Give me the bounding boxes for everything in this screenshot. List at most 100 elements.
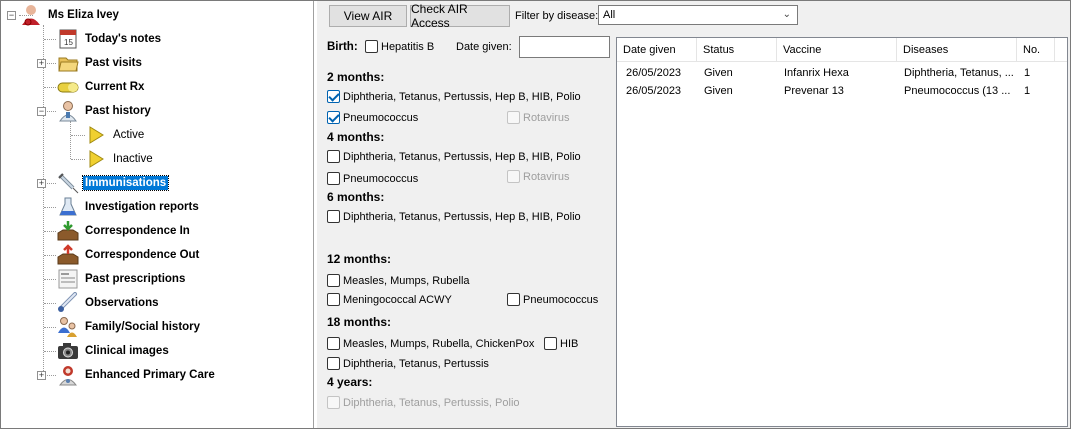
svg-text:15: 15 [64, 38, 73, 47]
tree-item-correspondence-out[interactable]: Correspondence Out [57, 244, 201, 266]
m12-meningococcal-checkbox[interactable]: Meningococcal ACWY [327, 293, 452, 306]
checkbox-box [507, 111, 520, 124]
tree-item-label: Investigation reports [85, 201, 199, 213]
tree-item-investigation-reports[interactable]: Investigation reports [57, 196, 201, 218]
collapse-icon[interactable]: − [37, 107, 46, 116]
tree-item-label: Past visits [85, 57, 142, 69]
checkbox-box[interactable] [327, 293, 340, 306]
column-header-number[interactable]: No. [1017, 38, 1055, 62]
inbox-icon [57, 220, 79, 242]
tree-item-label: Past prescriptions [85, 273, 186, 285]
tree-item-label: Active [113, 129, 145, 141]
tree-connector [47, 183, 56, 184]
tree-item-correspondence-in[interactable]: Correspondence In [57, 220, 192, 242]
tree-item-clinical-images[interactable]: Clinical images [57, 340, 171, 362]
table-header: Date given Status Vaccine Diseases No. [617, 38, 1067, 62]
tree-item-label: Clinical images [85, 345, 169, 357]
m2-pneumococcus-checkbox[interactable]: Pneumococcus [327, 111, 418, 124]
expand-icon[interactable]: + [37, 371, 46, 380]
cell-status: Given [704, 67, 733, 79]
checkbox-label: Meningococcal ACWY [343, 293, 452, 306]
navigation-tree[interactable]: − Ms Eliza Ivey 15 Today's notes + Past … [1, 1, 314, 428]
hepatitis-b-checkbox[interactable]: Hepatitis B [365, 40, 434, 53]
date-given-input[interactable] [519, 36, 610, 58]
immunisation-history-table[interactable]: Date given Status Vaccine Diseases No. 2… [616, 37, 1068, 427]
chevron-down-icon: ⌄ [782, 9, 791, 20]
tree-connector [44, 231, 56, 232]
checkbox-box[interactable] [327, 337, 340, 350]
checkbox-box[interactable] [544, 337, 557, 350]
checkbox-box[interactable] [327, 210, 340, 223]
m12-pneumococcus-checkbox[interactable]: Pneumococcus [507, 293, 598, 306]
capsule-icon [57, 76, 79, 98]
column-header-status[interactable]: Status [697, 38, 777, 62]
tree-connector [44, 279, 56, 280]
tree-item-label: Correspondence Out [85, 249, 200, 261]
cell-date-given: 26/05/2023 [626, 67, 682, 79]
patient-name: Ms Eliza Ivey [48, 9, 119, 21]
tree-item-past-prescriptions[interactable]: Past prescriptions [57, 268, 187, 290]
m18-mmrv-checkbox[interactable]: Measles, Mumps, Rubella, ChickenPox [327, 337, 534, 350]
checkbox-box [507, 170, 520, 183]
m4-rotavirus-checkbox: Rotavirus [507, 170, 569, 183]
checkbox-box[interactable] [327, 111, 340, 124]
checkbox-box[interactable] [365, 40, 378, 53]
m6-dtp-checkbox[interactable]: Diphtheria, Tetanus, Pertussis, Hep B, H… [327, 210, 581, 223]
collapse-icon[interactable]: − [7, 10, 16, 20]
tree-connector [44, 303, 56, 304]
y4-dtp-checkbox: Diphtheria, Tetanus, Pertussis, Polio [327, 396, 520, 409]
triangle-icon [85, 124, 107, 146]
tree-connector [43, 25, 44, 377]
tree-item-past-history[interactable]: Past history [57, 100, 153, 122]
outbox-icon [57, 244, 79, 266]
view-air-button[interactable]: View AIR [329, 5, 407, 27]
tree-item-observations[interactable]: Observations [57, 292, 161, 314]
tree-item-family-social-history[interactable]: Family/Social history [57, 316, 202, 338]
cell-vaccine: Infanrix Hexa [784, 67, 849, 79]
tree-item-immunisations[interactable]: Immunisations [57, 172, 170, 194]
tree-connector [44, 351, 56, 352]
section-6-months-title: 6 months: [327, 190, 385, 204]
checkbox-box[interactable] [327, 172, 340, 185]
tree-item-past-visits[interactable]: Past visits [57, 52, 144, 74]
tree-connector [44, 327, 56, 328]
checkbox-box[interactable] [327, 274, 340, 287]
checkbox-box[interactable] [327, 357, 340, 370]
check-air-access-button[interactable]: Check AIR Access [410, 2, 510, 30]
tree-item-enhanced-primary-care[interactable]: Enhanced Primary Care [57, 364, 217, 386]
tree-root[interactable]: − Ms Eliza Ivey [7, 4, 121, 26]
tree-connector [47, 111, 56, 112]
m12-mmr-checkbox[interactable]: Measles, Mumps, Rubella [327, 274, 470, 287]
section-18-months-title: 18 months: [327, 315, 392, 329]
checkbox-label: Hepatitis B [381, 40, 435, 53]
tree-connector [70, 121, 71, 159]
column-header-diseases[interactable]: Diseases [897, 38, 1017, 62]
doctor-icon [57, 100, 79, 122]
tree-item-current-rx[interactable]: Current Rx [57, 76, 146, 98]
expand-icon[interactable]: + [37, 179, 46, 188]
tree-connector [47, 63, 56, 64]
checkbox-box[interactable] [327, 90, 340, 103]
tree-connector [71, 135, 85, 136]
filter-disease-select[interactable]: All ⌄ [598, 5, 798, 25]
column-header-date-given[interactable]: Date given [617, 38, 697, 62]
m2-dtp-checkbox[interactable]: Diphtheria, Tetanus, Pertussis, Hep B, H… [327, 90, 581, 103]
section-4-years-title: 4 years: [327, 375, 373, 389]
checkbox-box[interactable] [507, 293, 520, 306]
m18-hib-checkbox[interactable]: HIB [544, 337, 578, 350]
m18-dtp-checkbox[interactable]: Diphtheria, Tetanus, Pertussis [327, 357, 489, 370]
checkbox-box [327, 396, 340, 409]
checkbox-label: HIB [560, 337, 579, 350]
expand-icon[interactable]: + [37, 59, 46, 68]
checkbox-label: Diphtheria, Tetanus, Pertussis, Polio [343, 396, 520, 409]
patient-icon [20, 4, 42, 26]
tree-item-todays-notes[interactable]: 15 Today's notes [57, 28, 163, 50]
tree-item-label: Today's notes [85, 33, 162, 45]
column-header-vaccine[interactable]: Vaccine [777, 38, 897, 62]
tree-item-inactive[interactable]: Inactive [85, 148, 155, 170]
m4-dtp-checkbox[interactable]: Diphtheria, Tetanus, Pertussis, Hep B, H… [327, 150, 581, 163]
m4-pneumococcus-checkbox[interactable]: Pneumococcus [327, 172, 418, 185]
tree-item-active[interactable]: Active [85, 124, 146, 146]
checkbox-box[interactable] [327, 150, 340, 163]
triangle-icon [85, 148, 107, 170]
